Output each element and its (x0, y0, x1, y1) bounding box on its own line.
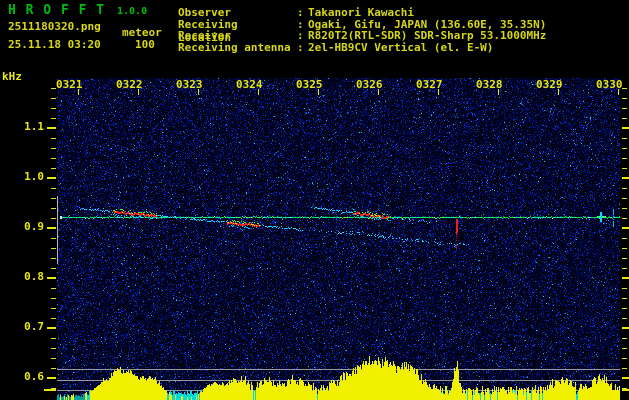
time-label: 0330 (596, 78, 623, 91)
spectrogram-canvas (0, 0, 629, 400)
info-row-antenna: Receiving antenna:2el-HB9CV Vertical (el… (178, 41, 493, 54)
capture-filename: 2511180320.png (8, 20, 101, 33)
freq-label: 0.9 (24, 220, 44, 233)
app-title: H R O F F T (8, 3, 106, 18)
time-label: 0322 (116, 78, 143, 91)
info-separator: : (297, 41, 304, 54)
freq-label: 1.0 (24, 170, 44, 183)
hrofft-window: H R O F F T 1.0.0 2511180320.png meteor … (0, 0, 629, 400)
time-label: 0328 (476, 78, 503, 91)
time-label: 0327 (416, 78, 443, 91)
time-label: 0329 (536, 78, 563, 91)
info-label: Receiving antenna (178, 41, 291, 54)
freq-label: 0.6 (24, 370, 44, 383)
time-label: 0324 (236, 78, 263, 91)
freq-label: 1.1 (24, 120, 44, 133)
freq-axis-unit: kHz (2, 70, 22, 83)
app-version: 1.0.0 (117, 6, 148, 17)
time-label: 0321 (56, 78, 83, 91)
time-label: 0325 (296, 78, 323, 91)
freq-label: 0.7 (24, 320, 44, 333)
count-value: 100 (135, 38, 155, 51)
capture-datetime: 25.11.18 03:20 (8, 38, 101, 51)
time-label: 0326 (356, 78, 383, 91)
info-value: 2el-HB9CV Vertical (el. E-W) (308, 41, 494, 54)
freq-label: 0.8 (24, 270, 44, 283)
time-label: 0323 (176, 78, 203, 91)
